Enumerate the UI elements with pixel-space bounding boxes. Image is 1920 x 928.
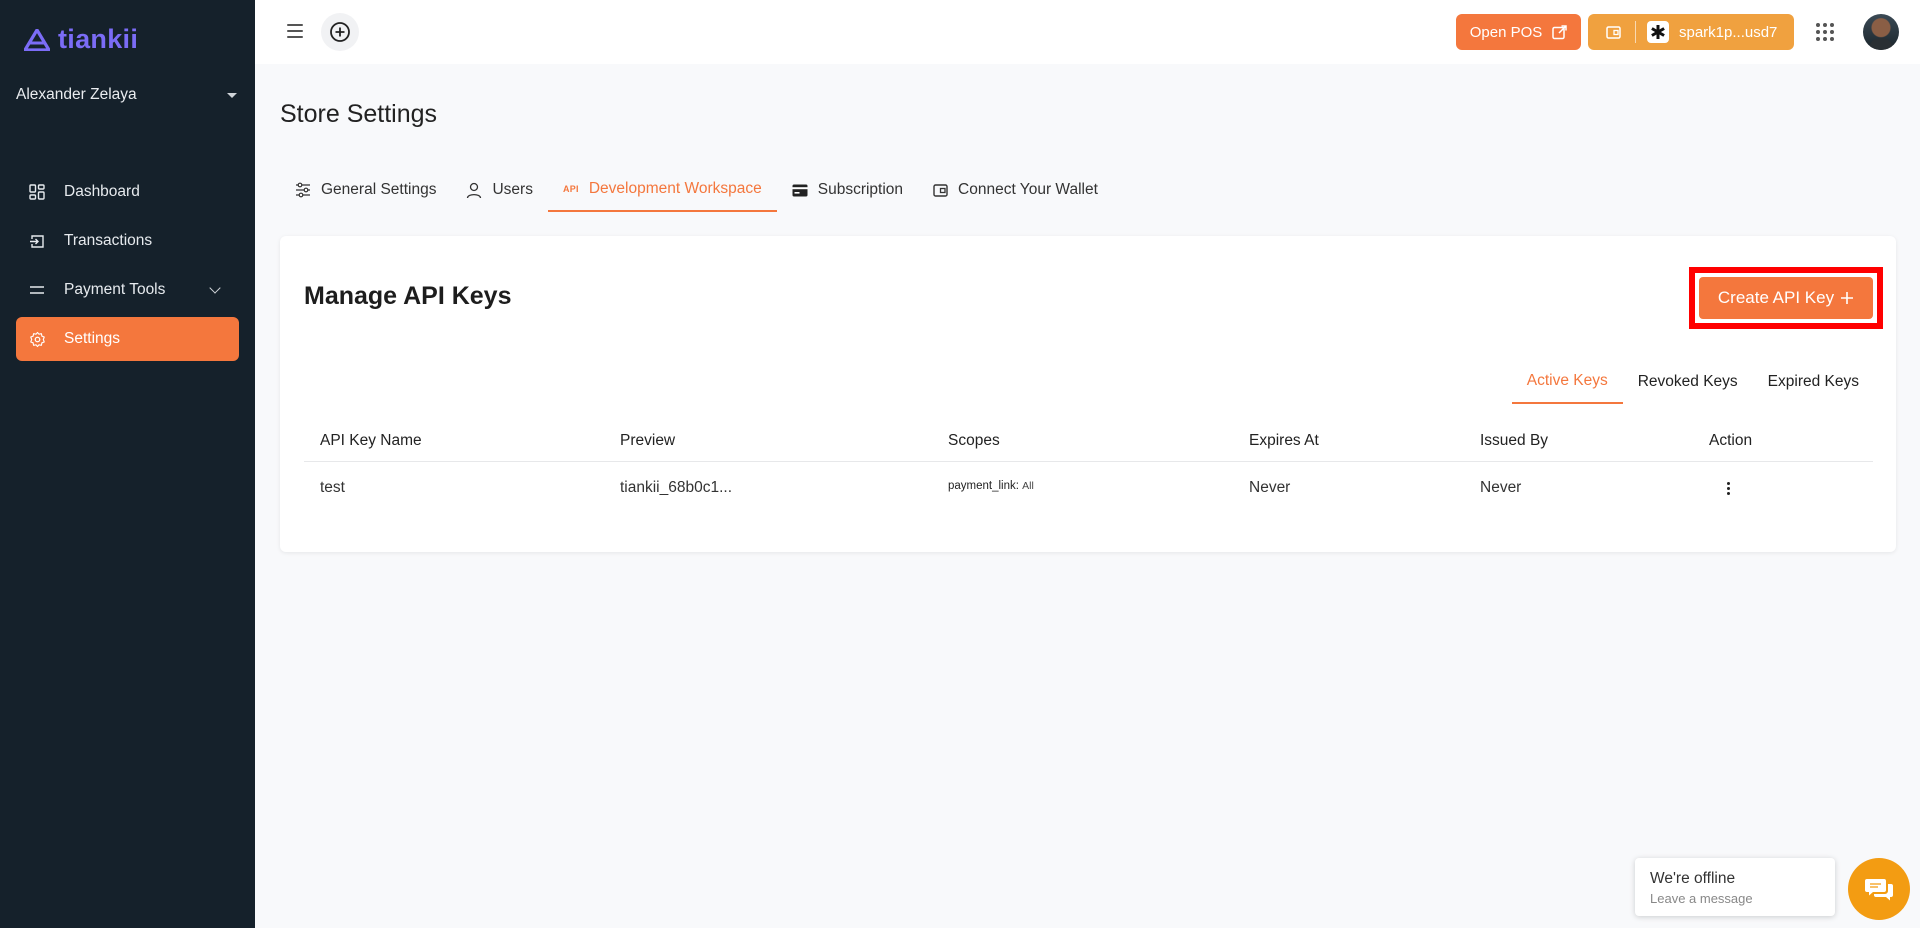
spark-token-icon (1647, 21, 1669, 43)
tab-expired-keys[interactable]: Expired Keys (1753, 360, 1874, 404)
card-title: Manage API Keys (304, 282, 512, 310)
api-keys-card: Manage API Keys Create API Key Active Ke… (280, 236, 1896, 552)
plus-icon (1841, 292, 1854, 304)
tab-label: Users (492, 181, 533, 198)
sliders-icon (296, 182, 310, 198)
wallet-icon (933, 184, 948, 197)
tab-label: Development Workspace (588, 180, 762, 197)
brand-name: tiankii (58, 24, 139, 54)
tab-users[interactable]: Users (451, 168, 547, 212)
tab-active-keys[interactable]: Active Keys (1511, 360, 1623, 404)
column-header: Action (1709, 431, 1753, 449)
sidebar: tiankii Alexander Zelaya Dashboard Trans… (0, 0, 255, 928)
wallet-selector-button[interactable]: spark1p...usd7 (1588, 14, 1794, 50)
tab-label: General Settings (321, 181, 437, 198)
key-expires: Never (1249, 479, 1291, 496)
topbar: Open POS spark1p...usd7 (255, 0, 1920, 64)
sidebar-nav: Dashboard Transactions Payment Tools Set… (16, 170, 239, 366)
open-pos-label: Open POS (1469, 23, 1543, 41)
logo[interactable]: tiankii (24, 24, 138, 55)
sidebar-item-settings[interactable]: Settings (16, 317, 239, 361)
settings-tabs: General Settings Users API Development W… (280, 168, 1113, 212)
chat-status-bubble[interactable]: We're offline Leave a message (1635, 858, 1835, 916)
user-name: Alexander Zelaya (16, 86, 137, 103)
key-issued-by: Never (1480, 479, 1522, 496)
avatar[interactable] (1863, 14, 1899, 50)
chat-subtitle: Leave a message (1650, 891, 1753, 906)
user-icon (467, 182, 482, 198)
table-row: test tiankii_68b0c1... payment_link: All… (304, 462, 1873, 514)
add-circle-button[interactable] (321, 13, 359, 51)
create-api-key-button[interactable]: Create API Key (1699, 277, 1873, 319)
kebab-menu-icon[interactable] (1727, 481, 1873, 495)
key-name: test (320, 479, 345, 496)
user-switcher[interactable]: Alexander Zelaya (16, 86, 241, 104)
column-header: Scopes (948, 431, 1000, 449)
api-icon: API (562, 184, 579, 194)
create-api-key-highlight: Create API Key (1689, 267, 1883, 329)
sidebar-item-label: Settings (64, 330, 121, 347)
chat-icon (1865, 879, 1893, 901)
column-header: Expires At (1249, 431, 1319, 449)
page-title: Store Settings (280, 100, 438, 128)
column-header: Preview (620, 431, 676, 449)
payment-tools-icon (28, 281, 46, 299)
wallet-address: spark1p...usd7 (1679, 23, 1778, 41)
key-status-tabs: Active Keys Revoked Keys Expired Keys (1511, 360, 1874, 404)
column-header: Issued By (1480, 431, 1549, 449)
sidebar-item-label: Dashboard (64, 183, 140, 200)
chevron-down-icon (209, 282, 221, 294)
tab-label: Subscription (817, 181, 904, 198)
tab-development-workspace[interactable]: API Development Workspace (547, 168, 777, 212)
sidebar-item-dashboard[interactable]: Dashboard (16, 170, 239, 214)
key-preview: tiankii_68b0c1... (620, 479, 733, 496)
gear-icon (28, 330, 46, 348)
menu-toggle-icon[interactable] (287, 24, 303, 38)
sidebar-item-label: Transactions (64, 232, 153, 249)
plus-circle-icon (330, 22, 350, 42)
open-pos-button[interactable]: Open POS (1456, 14, 1581, 50)
caret-down-icon (227, 92, 237, 98)
chat-launcher-button[interactable] (1848, 858, 1910, 920)
sidebar-item-transactions[interactable]: Transactions (16, 219, 239, 263)
divider (1635, 21, 1636, 43)
dashboard-grid-icon (28, 183, 46, 201)
credit-card-icon (792, 184, 808, 196)
tab-connect-wallet[interactable]: Connect Your Wallet (918, 168, 1113, 212)
transactions-icon (28, 232, 46, 250)
sidebar-item-payment-tools[interactable]: Payment Tools (16, 268, 239, 312)
api-keys-table: API Key Name Preview Scopes Expires At I… (304, 420, 1873, 514)
scope-value: All (1022, 480, 1034, 492)
row-actions (1693, 481, 1873, 495)
tab-revoked-keys[interactable]: Revoked Keys (1623, 360, 1753, 404)
table-header: API Key Name Preview Scopes Expires At I… (304, 420, 1873, 462)
tab-subscription[interactable]: Subscription (777, 168, 918, 212)
tab-general-settings[interactable]: General Settings (280, 168, 451, 212)
key-scopes: payment_link: All (932, 480, 1233, 492)
create-api-key-label: Create API Key (1717, 288, 1835, 307)
scope-name: payment_link: (948, 480, 1019, 492)
sidebar-item-label: Payment Tools (64, 281, 166, 298)
external-link-icon (1552, 24, 1568, 39)
apps-grid-icon[interactable] (1816, 23, 1834, 41)
wallet-icon (1606, 26, 1621, 39)
tiankii-logo-icon (24, 28, 50, 51)
tab-label: Connect Your Wallet (958, 181, 1098, 198)
chat-title: We're offline (1650, 870, 1736, 887)
column-header: API Key Name (320, 431, 422, 449)
